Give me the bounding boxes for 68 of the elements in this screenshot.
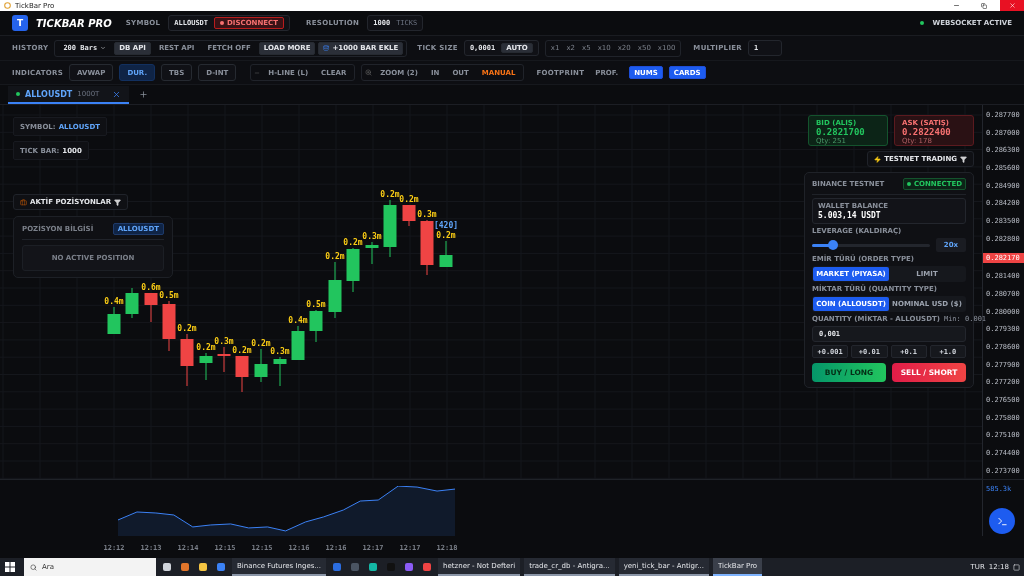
volume-label: 0.4m bbox=[104, 297, 124, 306]
filter-icon bbox=[114, 198, 122, 206]
candle bbox=[254, 348, 268, 383]
dot-icon bbox=[220, 21, 225, 25]
terminal-icon bbox=[996, 515, 1008, 527]
close-icon[interactable] bbox=[112, 89, 122, 99]
candle bbox=[125, 287, 139, 319]
candle bbox=[273, 356, 287, 387]
volume-label: 0.5m bbox=[306, 300, 326, 309]
volume-label: 0.3m bbox=[417, 210, 437, 219]
lightning-icon bbox=[874, 155, 882, 163]
briefcase-icon bbox=[20, 198, 27, 206]
candle bbox=[199, 352, 213, 381]
zoom-icon bbox=[365, 69, 373, 76]
candle bbox=[328, 261, 342, 319]
app-icon[interactable] bbox=[199, 563, 207, 571]
app-icon[interactable] bbox=[181, 563, 189, 571]
close-icon bbox=[1008, 2, 1016, 9]
app-icon bbox=[4, 2, 11, 9]
volume-label: 0.2m bbox=[325, 252, 345, 261]
candle bbox=[144, 292, 158, 323]
terminal-button[interactable] bbox=[989, 508, 1015, 534]
candle bbox=[402, 204, 416, 227]
dot-icon bbox=[906, 182, 911, 186]
filter-icon bbox=[960, 155, 967, 163]
volume-label: 0.2m bbox=[177, 324, 197, 333]
status-dot bbox=[16, 92, 20, 96]
candle bbox=[420, 219, 434, 276]
candle bbox=[107, 306, 121, 335]
add-tab-icon[interactable] bbox=[139, 90, 149, 99]
volume-label: 0.2m bbox=[399, 195, 419, 204]
volume-label: 0.3m bbox=[214, 337, 234, 346]
app-name: TICKBAR PRO bbox=[36, 17, 112, 29]
start-icon[interactable] bbox=[5, 562, 15, 572]
slider-thumb[interactable] bbox=[828, 240, 839, 250]
candle bbox=[346, 247, 360, 293]
app-icon[interactable] bbox=[217, 563, 225, 571]
quote-price: 0.2821700 bbox=[816, 127, 866, 137]
candle bbox=[217, 346, 231, 373]
bar-count-label: [420] bbox=[433, 221, 459, 230]
restore-icon bbox=[981, 2, 987, 9]
wallet-balance: 5.003,14 USDT bbox=[818, 211, 882, 220]
volume-label: 0.5m bbox=[159, 291, 179, 300]
volume-label: 0.2m bbox=[380, 190, 400, 199]
candle bbox=[291, 325, 305, 361]
volume-label: 0.2m bbox=[343, 238, 363, 247]
volume-label: 0.2m bbox=[436, 231, 456, 240]
app-logo: T bbox=[12, 15, 28, 31]
notification-icon[interactable] bbox=[1013, 563, 1020, 571]
volume-label: 0.3m bbox=[270, 347, 290, 356]
volume-label: 0.2m bbox=[196, 343, 216, 352]
minimize-icon bbox=[952, 2, 960, 9]
app-icon[interactable] bbox=[163, 563, 171, 571]
quote-price: 0.2822400 bbox=[902, 127, 952, 137]
candle bbox=[439, 240, 453, 268]
volume-label: 0.4m bbox=[288, 316, 308, 325]
candle bbox=[309, 309, 323, 343]
volume-label: 0.6m bbox=[141, 283, 161, 292]
candle bbox=[180, 333, 194, 387]
search-icon bbox=[30, 563, 37, 571]
volume-label: 0.3m bbox=[362, 232, 382, 241]
candle bbox=[365, 241, 379, 265]
candle bbox=[235, 355, 249, 393]
volume-label: 0.2m bbox=[251, 339, 271, 348]
candle bbox=[162, 300, 176, 352]
volume-label: 0.2m bbox=[232, 346, 252, 355]
tab-label: ALLOUSDT bbox=[25, 89, 73, 99]
candle bbox=[383, 199, 397, 258]
